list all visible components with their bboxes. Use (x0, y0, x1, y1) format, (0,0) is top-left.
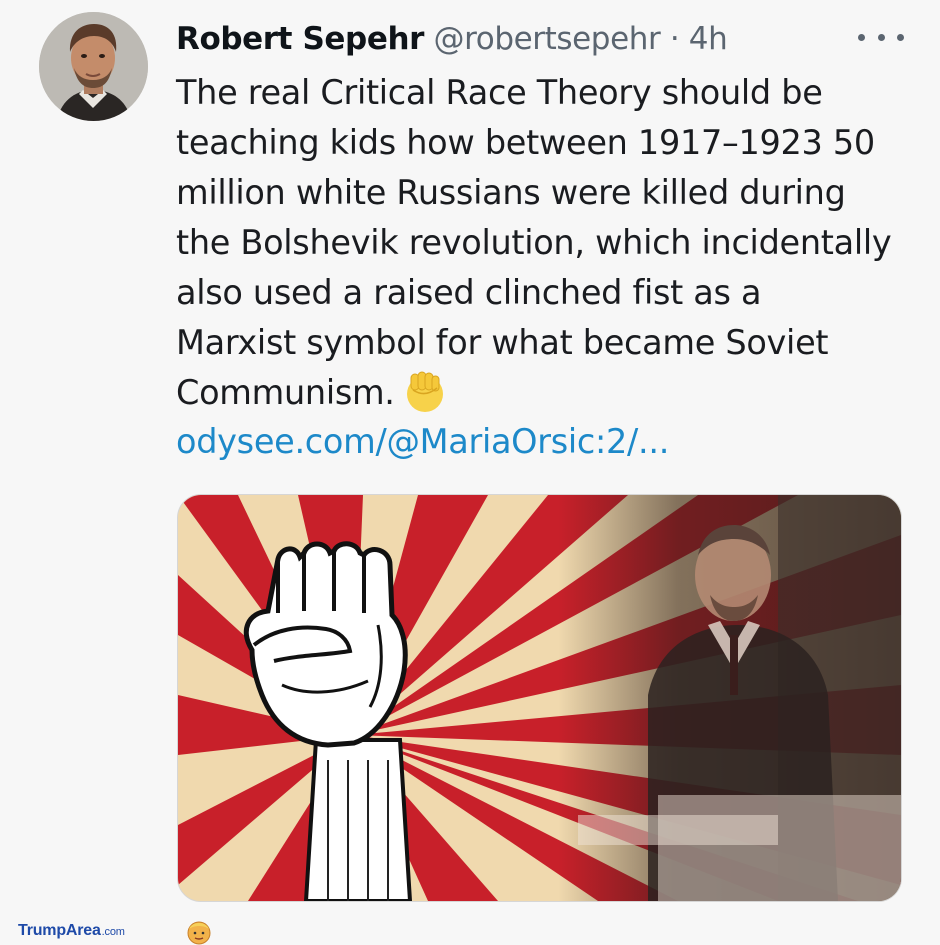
tweet-text-line: also used a raised clinched fist as a (176, 273, 762, 312)
tweet-link[interactable]: odysee.com/@MariaOrsic:2/... (176, 417, 669, 467)
tweet-card: Robert Sepehr @robertsepehr · 4h The rea… (0, 0, 940, 945)
tweet-text-line: million white Russians were killed durin… (176, 173, 846, 212)
author-avatar[interactable] (39, 12, 148, 121)
more-options-icon[interactable] (858, 22, 904, 52)
watermark-suffix: .com (101, 926, 125, 938)
trump-face-icon (187, 921, 211, 945)
tweet-text-line: The real Critical Race Theory should be (176, 73, 823, 112)
tweet-header: Robert Sepehr @robertsepehr · 4h (176, 14, 728, 64)
tweet-text-line-last: Communism. (176, 368, 916, 418)
tweet-text-line: Marxist symbol for what became Soviet (176, 323, 829, 362)
avatar-photo (39, 12, 148, 121)
tweet-text: The real Critical Race Theory should be … (176, 68, 916, 418)
tweet-media-image[interactable] (177, 494, 902, 902)
author-name[interactable]: Robert Sepehr (176, 21, 424, 57)
author-handle[interactable]: @robertsepehr (433, 21, 660, 57)
watermark-brand: TrumpArea.com (18, 922, 125, 940)
raised-fist-emoji (406, 371, 443, 412)
meta-separator: · (669, 21, 680, 57)
tweet-text-line: Communism. (176, 373, 395, 412)
tweet-timestamp[interactable]: 4h (689, 21, 728, 57)
media-illustration (178, 495, 901, 901)
tweet-text-line: teaching kids how between 1917–1923 50 (176, 123, 875, 162)
watermark-brand-text: TrumpArea (18, 922, 101, 939)
lenin-photo (558, 495, 901, 901)
tweet-text-line: the Bolshevik revolution, which incident… (176, 223, 892, 262)
